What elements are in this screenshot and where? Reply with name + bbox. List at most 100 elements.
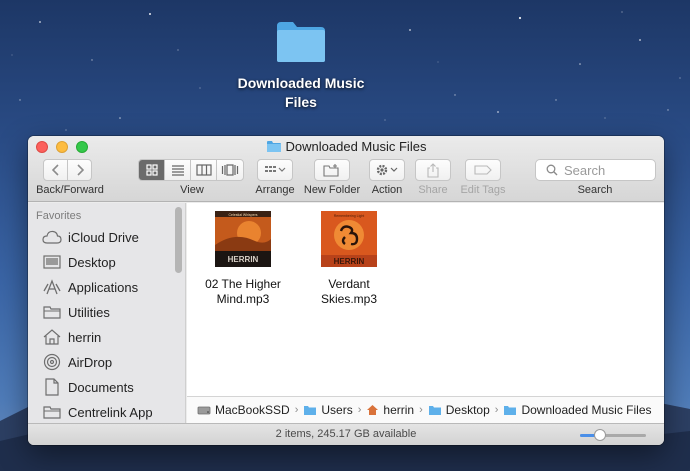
search-placeholder: Search: [564, 162, 606, 178]
applications-icon: [42, 278, 62, 296]
grid-icon: [145, 164, 158, 176]
new-folder-label: New Folder: [303, 184, 361, 196]
path-separator-icon: ›: [419, 404, 423, 416]
path-separator-icon: ›: [357, 404, 362, 416]
sidebar-item-label: Utilities: [68, 304, 110, 320]
path-separator-icon: ›: [494, 404, 499, 416]
icon-view-button[interactable]: [139, 160, 165, 180]
finder-window: Downloaded Music Files Back/Forward View…: [28, 136, 664, 445]
file-area: HERRIN Celestial Whispers 02 The Higher …: [187, 203, 664, 396]
sidebar-item-label: herrin: [68, 329, 102, 345]
desktop-icon: [42, 253, 62, 271]
columns-icon: [195, 164, 212, 176]
back-forward-label: Back/Forward: [36, 184, 104, 196]
window-title-text: Downloaded Music Files: [285, 139, 427, 154]
slider-knob[interactable]: [593, 429, 606, 441]
back-button[interactable]: [43, 159, 68, 181]
path-item-users[interactable]: Users: [303, 403, 353, 417]
sidebar-item-centrelink-app[interactable]: Centrelink App: [42, 401, 153, 423]
new-folder-button[interactable]: [314, 159, 350, 181]
sidebar-item-icloud-drive[interactable]: iCloud Drive: [42, 226, 139, 248]
sidebar-item-label: Centrelink App: [68, 404, 153, 420]
file-item[interactable]: HERRIN Remembering Light Verdant Skies.m…: [303, 211, 395, 307]
sidebar-item-label: Applications: [68, 279, 139, 295]
path-separator-icon: ›: [294, 404, 299, 416]
new-folder-icon: [323, 164, 339, 177]
path-item-label: herrin: [383, 403, 415, 417]
action-button[interactable]: [369, 159, 405, 181]
file-name: Verdant Skies.mp3: [320, 277, 378, 306]
cover-flow-icon: [221, 164, 239, 176]
home-icon: [42, 328, 62, 346]
desktop-folder[interactable]: Downloaded Music Files: [228, 20, 374, 112]
view-label: View: [180, 184, 204, 196]
folder-icon: [304, 405, 317, 415]
album-art-title: Remembering Light: [334, 214, 365, 218]
path-item-herrin[interactable]: herrin: [366, 403, 414, 417]
path-item-desktop[interactable]: Desktop: [428, 403, 490, 417]
album-art-thumbnail: HERRIN Remembering Light: [321, 211, 377, 267]
gear-icon: [376, 164, 398, 176]
icon-size-slider[interactable]: [580, 429, 646, 441]
path-item-label: MacBookSSD: [215, 403, 290, 417]
edit-tags-button[interactable]: [465, 159, 501, 181]
arrange-icon: [265, 166, 286, 172]
view-mode-control: [138, 159, 244, 181]
search-icon: [546, 164, 558, 176]
sidebar: Favorites iCloud Drive Desktop Applicati…: [28, 203, 186, 423]
home-icon: [367, 405, 379, 415]
album-art-thumbnail: HERRIN Celestial Whispers: [215, 211, 271, 267]
window-title: Downloaded Music Files: [28, 139, 664, 154]
gallery-view-button[interactable]: [217, 160, 243, 180]
sidebar-item-applications[interactable]: Applications: [42, 276, 138, 298]
action-label: Action: [371, 184, 403, 196]
sidebar-item-label: AirDrop: [68, 354, 113, 370]
path-item-label: Users: [321, 403, 353, 417]
tag-icon: [474, 165, 492, 175]
share-icon: [427, 162, 439, 178]
path-bar: MacBookSSD › Users › herrin › Desktop › …: [187, 396, 664, 423]
desktop-folder-label: Downloaded Music Files: [237, 75, 365, 110]
file-name: 02 The Higher Mind.mp3: [205, 277, 281, 306]
path-item-label: Downloaded Music Files: [521, 403, 652, 417]
sidebar-item-label: Desktop: [68, 254, 116, 270]
sidebar-item-utilities[interactable]: Utilities: [42, 301, 110, 323]
sidebar-item-label: Documents: [68, 379, 134, 395]
documents-icon: [42, 378, 62, 396]
search-input[interactable]: Search: [535, 159, 656, 181]
sidebar-item-airdrop[interactable]: AirDrop: [42, 351, 112, 373]
chevron-left-icon: [51, 164, 59, 176]
forward-button[interactable]: [67, 159, 92, 181]
path-item-macbookssd[interactable]: MacBookSSD: [197, 403, 290, 417]
airdrop-icon: [42, 353, 62, 371]
share-label: Share: [418, 184, 448, 196]
sidebar-item-label: iCloud Drive: [68, 229, 139, 245]
sidebar-scrollbar[interactable]: [175, 207, 182, 273]
cloud-icon: [42, 228, 62, 246]
arrange-button[interactable]: [257, 159, 293, 181]
edit-tags-label: Edit Tags: [460, 184, 506, 196]
path-item-label: Desktop: [445, 403, 490, 417]
folder-icon: [504, 405, 517, 415]
status-bar: 2 items, 245.17 GB available: [28, 423, 664, 445]
chevron-right-icon: [76, 164, 84, 176]
sidebar-item-documents[interactable]: Documents: [42, 376, 134, 398]
folder-icon: [42, 303, 62, 321]
sidebar-item-herrin[interactable]: herrin: [42, 326, 101, 348]
file-item[interactable]: HERRIN Celestial Whispers 02 The Higher …: [197, 211, 289, 307]
arrange-label: Arrange: [255, 184, 295, 196]
share-button[interactable]: [415, 159, 451, 181]
column-view-button[interactable]: [191, 160, 217, 180]
sidebar-heading: Favorites: [36, 210, 82, 222]
folder-icon: [266, 141, 281, 152]
list-view-button[interactable]: [165, 160, 191, 180]
list-icon: [171, 165, 184, 176]
toolbar: Downloaded Music Files Back/Forward View…: [28, 136, 664, 202]
hard-drive-icon: [197, 406, 211, 415]
status-text: 2 items, 245.17 GB available: [275, 428, 417, 440]
album-art-artist: HERRIN: [228, 255, 259, 264]
folder-icon: [42, 403, 62, 421]
sidebar-item-desktop[interactable]: Desktop: [42, 251, 116, 273]
search-label: Search: [577, 184, 613, 196]
path-item-downloaded-music-files[interactable]: Downloaded Music Files: [503, 403, 652, 417]
